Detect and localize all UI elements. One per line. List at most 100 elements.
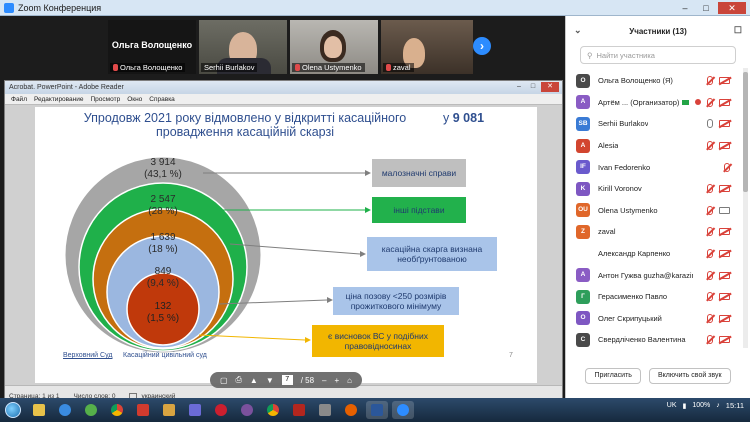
- participant-row[interactable]: K Kirill Voronov: [566, 178, 750, 200]
- battery-icon[interactable]: ▮: [683, 402, 687, 410]
- participant-row[interactable]: С Свердліченко Валентина: [566, 329, 750, 351]
- camera-off-icon: [719, 314, 730, 322]
- participant-avatar: SB: [576, 116, 590, 131]
- app-acrobat-icon[interactable]: [288, 401, 310, 419]
- acrobat-close-button[interactable]: ✕: [541, 82, 559, 92]
- tile-name-label: Olena Ustymenko: [292, 63, 365, 72]
- clock[interactable]: 15:11: [726, 401, 744, 410]
- video-tile-zaval[interactable]: zaval: [381, 20, 473, 74]
- participant-search-input[interactable]: ⚲ Найти участника: [580, 46, 736, 64]
- app-gray-icon[interactable]: [314, 401, 336, 419]
- popout-icon[interactable]: ☐: [734, 25, 742, 36]
- participant-row[interactable]: SB Serhii Burlakov: [566, 113, 750, 135]
- camera-off-icon: [719, 336, 730, 344]
- participant-row[interactable]: Г Герасименко Павло: [566, 286, 750, 308]
- participant-row[interactable]: Zzaval: [566, 221, 750, 243]
- video-tile-serhii[interactable]: Serhii Burlakov: [199, 20, 287, 74]
- battery-percent: 100%: [692, 402, 711, 409]
- acrobat-menubar: Файл Редактирование Просмотр Окно Справк…: [5, 94, 562, 105]
- close-button[interactable]: ✕: [718, 2, 746, 14]
- invite-button[interactable]: Пригласить: [585, 368, 641, 384]
- zoom-out-icon[interactable]: –: [322, 376, 326, 385]
- camera-off-icon: [719, 185, 730, 193]
- torrent-icon[interactable]: [80, 401, 102, 419]
- participant-name: Герасименко Павло: [598, 292, 668, 302]
- viber-icon[interactable]: [236, 401, 258, 419]
- participant-avatar: О: [576, 73, 590, 88]
- chrome-icon[interactable]: [106, 401, 128, 419]
- word-icon[interactable]: [366, 401, 388, 419]
- unmute-self-button[interactable]: Включить свой звук: [648, 368, 731, 384]
- start-button[interactable]: [0, 399, 26, 421]
- mic-muted-icon: [724, 162, 730, 172]
- home-icon[interactable]: ⌂: [347, 376, 352, 385]
- participant-row[interactable]: О Ольга Волощенко (Я): [566, 70, 750, 92]
- scrollbar-thumb[interactable]: [743, 72, 748, 192]
- page-number-input[interactable]: 7: [281, 375, 293, 385]
- acrobat-window-title: Acrobat. PowerPoint - Adobe Reader: [9, 84, 124, 91]
- participant-status-icons: [707, 141, 730, 151]
- firefox-icon[interactable]: [340, 401, 362, 419]
- participant-row[interactable]: OU Olena Ustymenko: [566, 200, 750, 222]
- participants-footer: Пригласить Включить свой звук: [566, 368, 750, 384]
- camera-off-icon: [719, 271, 730, 279]
- menu-view[interactable]: Просмотр: [91, 94, 121, 104]
- keyboard-language[interactable]: UK: [667, 402, 677, 409]
- participant-avatar: С: [576, 332, 590, 347]
- video-area: Ольга Волощенко Ольга Волощенко Serhii B…: [0, 16, 565, 408]
- circle-5-value: 132 (1,5 %): [146, 301, 180, 324]
- connector-arrow-5: [305, 337, 311, 343]
- menu-file[interactable]: Файл: [11, 94, 27, 104]
- volume-icon[interactable]: ♪: [716, 402, 720, 409]
- participant-name: Ivan Fedorenko: [598, 162, 651, 172]
- camera-off-icon: [719, 228, 730, 236]
- label-box-other-grounds: інші підстави: [372, 197, 466, 223]
- app-video-icon[interactable]: [184, 401, 206, 419]
- menu-help[interactable]: Справка: [149, 94, 175, 104]
- zoom-in-icon[interactable]: +: [334, 376, 339, 385]
- acrobat-minimize-button[interactable]: –: [513, 82, 525, 92]
- participant-status-icons: [707, 270, 730, 280]
- app-red-icon[interactable]: [132, 401, 154, 419]
- next-page-icon[interactable]: ▼: [266, 376, 274, 385]
- host-video-icon: [682, 99, 689, 105]
- explorer-icon[interactable]: [28, 401, 50, 419]
- search-icon: ⚲: [587, 50, 593, 60]
- participant-row[interactable]: A Alesia: [566, 135, 750, 157]
- document-viewport[interactable]: Упродовж 2021 року відмовлено у відкритт…: [5, 105, 562, 385]
- collapse-chevron-icon[interactable]: ⌄: [574, 25, 582, 36]
- participant-row[interactable]: О Олег Скрипуцький: [566, 308, 750, 330]
- save-icon[interactable]: ▢: [220, 376, 228, 385]
- print-icon[interactable]: ⎙: [236, 375, 242, 385]
- participant-name: Kirill Voronov: [598, 184, 642, 194]
- mic-muted-icon: [386, 64, 391, 71]
- app-folder-icon[interactable]: [158, 401, 180, 419]
- page-total: / 58: [300, 375, 315, 385]
- participant-row[interactable]: А Антон Гужва guzha@karazin.ua: [566, 264, 750, 286]
- mic-muted-icon: [295, 64, 300, 71]
- participant-avatar: О: [576, 311, 590, 326]
- menu-edit[interactable]: Редактирование: [34, 94, 84, 104]
- chrome-icon-2[interactable]: [262, 401, 284, 419]
- media-player-icon[interactable]: [54, 401, 76, 419]
- presentation-slide: Упродовж 2021 року відмовлено у відкритт…: [35, 107, 537, 383]
- connector-arrow-2: [365, 207, 371, 213]
- video-tile-olena[interactable]: Olena Ustymenko: [290, 20, 378, 74]
- maximize-button[interactable]: □: [697, 2, 715, 14]
- opera-icon[interactable]: [210, 401, 232, 419]
- camera-on-icon: [719, 206, 730, 214]
- participant-status-icons: [679, 97, 730, 107]
- video-tile-olga[interactable]: Ольга Волощенко Ольга Волощенко: [108, 20, 196, 74]
- participant-row[interactable]: IF Ivan Fedorenko: [566, 156, 750, 178]
- slide-total-count: у 9 081: [443, 111, 485, 125]
- participant-row[interactable]: А Артём ... (Организатор): [566, 92, 750, 114]
- zoom-taskbar-icon[interactable]: [392, 401, 414, 419]
- mic-muted-icon: [707, 141, 713, 151]
- minimize-button[interactable]: –: [676, 2, 694, 14]
- participant-avatar: OU: [576, 203, 590, 218]
- next-page-arrow-button[interactable]: ›: [473, 37, 491, 55]
- participant-row[interactable]: Александр Карпенко: [566, 243, 750, 265]
- acrobat-maximize-button[interactable]: □: [527, 82, 539, 92]
- prev-page-icon[interactable]: ▲: [250, 376, 258, 385]
- menu-window[interactable]: Окно: [127, 94, 142, 104]
